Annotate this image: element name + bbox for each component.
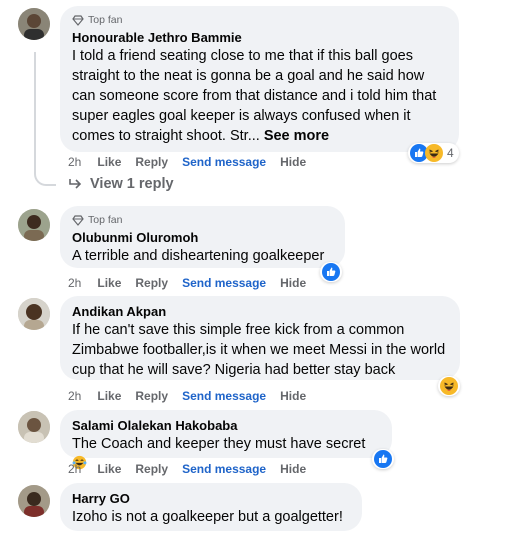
- comment-text: I told a friend seating close to me that…: [72, 46, 447, 146]
- avatar[interactable]: [18, 8, 50, 40]
- reply-button[interactable]: Reply: [135, 155, 168, 169]
- hide-button[interactable]: Hide: [280, 155, 306, 169]
- comment-text: A terrible and disheartening goalkeeper: [72, 248, 325, 264]
- author-name[interactable]: Honourable Jethro Bammie: [72, 29, 447, 46]
- comment-text-body: I told a friend seating close to me that…: [72, 48, 437, 144]
- like-button[interactable]: Like: [97, 155, 121, 169]
- like-button[interactable]: Like: [97, 276, 121, 290]
- reply-button[interactable]: Reply: [135, 276, 168, 290]
- haha-icon: [425, 144, 443, 162]
- timestamp[interactable]: 2h: [68, 276, 81, 290]
- thread-curve: [34, 160, 56, 186]
- send-message-button[interactable]: Send message: [182, 155, 266, 169]
- badge-label: Top fan: [88, 14, 123, 26]
- reactions-badge[interactable]: [372, 449, 394, 469]
- avatar[interactable]: [18, 485, 50, 517]
- like-button[interactable]: Like: [97, 389, 121, 403]
- timestamp[interactable]: 2h: [68, 389, 81, 403]
- top-fan-badge: Top fan: [72, 213, 333, 227]
- like-icon: [322, 263, 340, 281]
- comment-actions: 2h Like Reply Send message Hide: [68, 155, 320, 169]
- comment-bubble: Andikan Akpan If he can't save this simp…: [60, 296, 460, 380]
- reply-button[interactable]: Reply: [135, 462, 168, 476]
- comment-actions: 2h Like Reply Send message Hide: [68, 462, 320, 476]
- thread-line: [34, 52, 36, 174]
- hide-button[interactable]: Hide: [280, 389, 306, 403]
- comment-bubble: Harry GO Izoho is not a goalkeeper but a…: [60, 483, 362, 531]
- reply-button[interactable]: Reply: [135, 389, 168, 403]
- comment-bubble: Top fan Honourable Jethro Bammie I told …: [60, 6, 459, 152]
- send-message-button[interactable]: Send message: [182, 462, 266, 476]
- avatar[interactable]: [18, 298, 50, 330]
- hide-button[interactable]: Hide: [280, 462, 306, 476]
- hide-button[interactable]: Hide: [280, 276, 306, 290]
- reactions-badge[interactable]: 4: [408, 143, 459, 163]
- avatar[interactable]: [18, 209, 50, 241]
- reactions-badge[interactable]: [320, 262, 342, 282]
- view-replies-label: View 1 reply: [90, 176, 174, 192]
- send-message-button[interactable]: Send message: [182, 276, 266, 290]
- timestamp[interactable]: 2h: [68, 155, 81, 169]
- reply-arrow-icon: [69, 179, 82, 189]
- author-name[interactable]: Andikan Akpan: [72, 303, 448, 320]
- like-button[interactable]: Like: [97, 462, 121, 476]
- comment-text: Izoho is not a goalkeeper but a goalgett…: [72, 509, 343, 525]
- top-fan-badge: Top fan: [72, 13, 447, 27]
- author-name[interactable]: Harry GO: [72, 490, 350, 507]
- badge-label: Top fan: [88, 214, 123, 226]
- reaction-count: 4: [447, 146, 454, 160]
- comment-actions: 2h Like Reply Send message Hide: [68, 276, 320, 290]
- reactions-badge[interactable]: [438, 376, 460, 396]
- comment-bubble: Salami Olalekan Hakobaba The Coach and k…: [60, 410, 392, 470]
- comment-actions: 2h Like Reply Send message Hide: [68, 389, 320, 403]
- send-message-button[interactable]: Send message: [182, 389, 266, 403]
- timestamp[interactable]: 2h: [68, 462, 81, 476]
- diamond-icon: [72, 15, 84, 26]
- see-more-link[interactable]: See more: [264, 128, 329, 144]
- diamond-icon: [72, 215, 84, 226]
- view-replies-button[interactable]: View 1 reply: [68, 176, 174, 192]
- comment-text-body: The Coach and keeper they must have secr…: [72, 436, 366, 452]
- comment-text: If he can't save this simple free kick f…: [72, 322, 446, 378]
- comment-bubble: Top fan Olubunmi Oluromoh A terrible and…: [60, 206, 345, 268]
- haha-icon: [440, 377, 458, 395]
- author-name[interactable]: Olubunmi Oluromoh: [72, 229, 333, 246]
- avatar[interactable]: [18, 411, 50, 443]
- like-icon: [374, 450, 392, 468]
- author-name[interactable]: Salami Olalekan Hakobaba: [72, 417, 380, 434]
